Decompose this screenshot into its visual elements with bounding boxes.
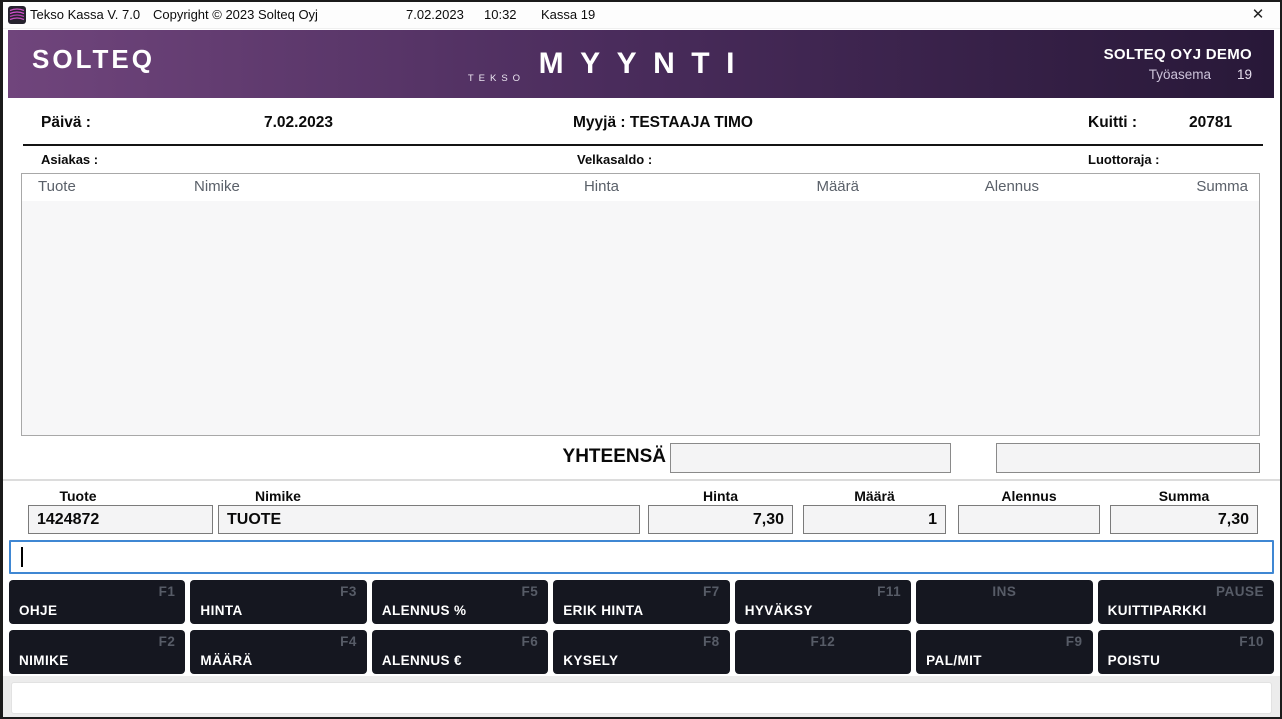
fkey-poistu[interactable]: POISTU F10: [1098, 630, 1274, 674]
column-header-hinta: Hinta: [422, 178, 619, 195]
product-code-field[interactable]: 1424872: [28, 505, 213, 534]
workstation-label: Työasema: [1149, 67, 1211, 82]
brand-header: SOLTEQ TEKSO MYYNTI SOLTEQ OYJ DEMO Työa…: [8, 30, 1274, 98]
quantity-field[interactable]: 1: [803, 505, 946, 534]
status-bar: [11, 682, 1272, 714]
info-divider: [23, 144, 1263, 146]
titlebar-date: 7.02.2023: [406, 7, 464, 22]
workstation-number: 19: [1237, 67, 1252, 82]
column-header-maara: Määrä: [662, 178, 859, 195]
fkey-hyvaksy[interactable]: HYVÄKSY F11: [735, 580, 911, 624]
page-title: MYYNTI: [531, 47, 751, 81]
copyright-text: Copyright © 2023 Solteq Oyj: [153, 7, 318, 22]
entry-label-nimike: Nimike: [218, 488, 338, 504]
sale-lines-table[interactable]: Tuote Nimike Hinta Määrä Alennus Summa: [21, 173, 1260, 436]
line-sum-field[interactable]: 7,30: [1110, 505, 1258, 534]
date-label: Päivä :: [41, 114, 91, 132]
fkey-ins-blank[interactable]: INS: [916, 580, 1092, 624]
column-header-nimike: Nimike: [194, 178, 240, 195]
fkey-alennus-prosentti[interactable]: ALENNUS % F5: [372, 580, 548, 624]
window-title: Tekso Kassa V. 7.0: [30, 7, 140, 22]
fkey-kysely[interactable]: KYSELY F8: [553, 630, 729, 674]
footer-area: [3, 676, 1280, 717]
app-logo-icon: [8, 6, 26, 24]
entry-label-maara: Määrä: [803, 488, 946, 504]
column-header-tuote: Tuote: [38, 178, 76, 195]
fkey-alennus-euro[interactable]: ALENNUS € F6: [372, 630, 548, 674]
customer-label: Asiakas :: [41, 152, 98, 167]
company-name: SOLTEQ OYJ DEMO: [1104, 46, 1252, 63]
price-field[interactable]: 7,30: [648, 505, 793, 534]
fkey-f12-blank[interactable]: F12: [735, 630, 911, 674]
entry-label-tuote: Tuote: [33, 488, 123, 504]
receipt-number: 20781: [1189, 114, 1232, 132]
logo-text: SOLTEQ: [32, 44, 155, 75]
logo-subtext: TEKSO: [468, 73, 531, 84]
solteq-logo: SOLTEQ TEKSO: [8, 44, 531, 84]
credit-limit-label: Luottoraja :: [1088, 152, 1160, 167]
brand-right-block: SOLTEQ OYJ DEMO Työasema 19: [1104, 46, 1274, 82]
title-bar: Tekso Kassa V. 7.0 Copyright © 2023 Solt…: [3, 2, 1280, 29]
titlebar-time: 10:32: [484, 7, 517, 22]
fkey-ohje[interactable]: OHJE F1: [9, 580, 185, 624]
titlebar-register: Kassa 19: [541, 7, 595, 22]
entry-label-summa: Summa: [1110, 488, 1258, 504]
command-input[interactable]: [9, 540, 1274, 574]
column-header-alennus: Alennus: [842, 178, 1039, 195]
secondary-total-field: [996, 443, 1260, 473]
fkey-kuittiparkki[interactable]: KUITTIPARKKI PAUSE: [1098, 580, 1274, 624]
debt-balance-label: Velkasaldo :: [577, 152, 652, 167]
fkey-erik-hinta[interactable]: ERIK HINTA F7: [553, 580, 729, 624]
text-caret: [21, 547, 23, 567]
column-header-summa: Summa: [1042, 178, 1248, 195]
fkey-hinta[interactable]: HINTA F3: [190, 580, 366, 624]
workstation-info: Työasema 19: [1104, 67, 1252, 82]
entry-label-alennus: Alennus: [958, 488, 1100, 504]
sale-lines-header: Tuote Nimike Hinta Määrä Alennus Summa: [22, 174, 1259, 201]
app-window: Tekso Kassa V. 7.0 Copyright © 2023 Solt…: [0, 0, 1282, 719]
seller-info: Myyjä : TESTAAJA TIMO: [573, 114, 753, 132]
fkey-nimike[interactable]: NIMIKE F2: [9, 630, 185, 674]
function-key-grid: OHJE F1 HINTA F3 ALENNUS % F5 ERIK HINTA…: [9, 580, 1274, 674]
section-divider: [3, 479, 1280, 481]
receipt-label: Kuitti :: [1088, 114, 1137, 132]
fkey-pal-mit[interactable]: PAL/MIT F9: [916, 630, 1092, 674]
date-value: 7.02.2023: [264, 114, 333, 132]
total-amount-field: [670, 443, 951, 473]
close-icon[interactable]: ✕: [1244, 4, 1272, 26]
product-name-field[interactable]: TUOTE: [218, 505, 640, 534]
fkey-maara[interactable]: MÄÄRÄ F4: [190, 630, 366, 674]
discount-field[interactable]: [958, 505, 1100, 534]
total-label: YHTEENSÄ: [453, 446, 666, 468]
entry-label-hinta: Hinta: [648, 488, 793, 504]
